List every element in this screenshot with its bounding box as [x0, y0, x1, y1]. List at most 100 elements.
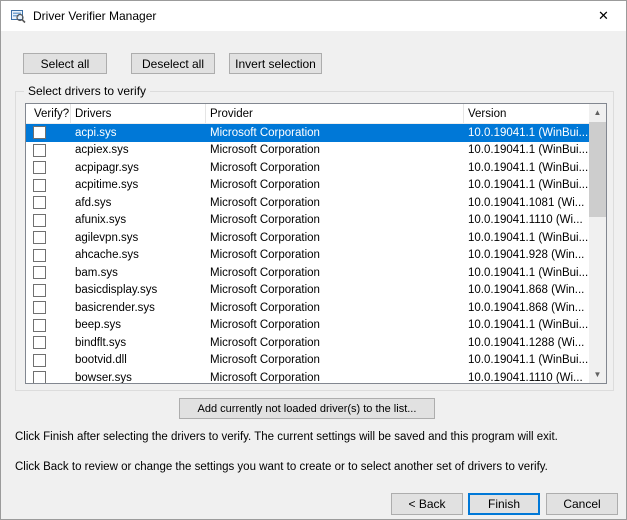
table-row[interactable]: beep.sysMicrosoft Corporation10.0.19041.… — [26, 317, 589, 335]
version-value: 10.0.19041.1 (WinBui... — [464, 144, 589, 156]
verify-checkbox[interactable] — [33, 231, 46, 244]
driver-verifier-manager-window: Driver Verifier Manager ✕ Select all Des… — [0, 0, 627, 520]
table-row[interactable]: bindflt.sysMicrosoft Corporation10.0.190… — [26, 334, 589, 352]
provider-name: Microsoft Corporation — [206, 302, 464, 314]
verify-cell — [26, 266, 71, 279]
verify-checkbox[interactable] — [33, 284, 46, 297]
verify-checkbox[interactable] — [33, 144, 46, 157]
version-value: 10.0.19041.1 (WinBui... — [464, 162, 589, 174]
table-row[interactable]: bowser.sysMicrosoft Corporation10.0.1904… — [26, 369, 589, 383]
verify-checkbox[interactable] — [33, 249, 46, 262]
scroll-down-icon[interactable]: ▼ — [589, 366, 606, 383]
scrollbar-thumb[interactable] — [589, 122, 606, 217]
driver-name: acpiex.sys — [71, 144, 206, 156]
version-value: 10.0.19041.1 (WinBui... — [464, 319, 589, 331]
version-value: 10.0.19041.868 (Win... — [464, 284, 589, 296]
table-row[interactable]: bootvid.dllMicrosoft Corporation10.0.190… — [26, 352, 589, 370]
version-value: 10.0.19041.868 (Win... — [464, 302, 589, 314]
provider-name: Microsoft Corporation — [206, 197, 464, 209]
provider-name: Microsoft Corporation — [206, 372, 464, 383]
verify-checkbox[interactable] — [33, 371, 46, 383]
table-row[interactable]: ahcache.sysMicrosoft Corporation10.0.190… — [26, 247, 589, 265]
invert-selection-button[interactable]: Invert selection — [229, 53, 322, 74]
table-row[interactable]: afd.sysMicrosoft Corporation10.0.19041.1… — [26, 194, 589, 212]
verify-checkbox[interactable] — [33, 319, 46, 332]
column-header-drivers[interactable]: Drivers — [71, 104, 206, 123]
finish-instruction-text: Click Finish after selecting the drivers… — [15, 431, 619, 443]
driver-name: basicdisplay.sys — [71, 284, 206, 296]
table-row[interactable]: acpitime.sysMicrosoft Corporation10.0.19… — [26, 177, 589, 195]
verify-cell — [26, 371, 71, 383]
table-row[interactable]: basicrender.sysMicrosoft Corporation10.0… — [26, 299, 589, 317]
table-row[interactable]: bam.sysMicrosoft Corporation10.0.19041.1… — [26, 264, 589, 282]
verify-checkbox[interactable] — [33, 126, 46, 139]
verify-cell — [26, 179, 71, 192]
version-value: 10.0.19041.1110 (Wi... — [464, 214, 589, 226]
driver-name: bam.sys — [71, 267, 206, 279]
verify-checkbox[interactable] — [33, 196, 46, 209]
verify-cell — [26, 144, 71, 157]
provider-name: Microsoft Corporation — [206, 284, 464, 296]
back-button[interactable]: < Back — [391, 493, 463, 515]
provider-name: Microsoft Corporation — [206, 214, 464, 226]
version-value: 10.0.19041.1 (WinBui... — [464, 232, 589, 244]
cancel-button[interactable]: Cancel — [546, 493, 618, 515]
provider-name: Microsoft Corporation — [206, 249, 464, 261]
verify-cell — [26, 126, 71, 139]
verify-checkbox[interactable] — [33, 266, 46, 279]
provider-name: Microsoft Corporation — [206, 232, 464, 244]
version-value: 10.0.19041.1288 (Wi... — [464, 337, 589, 349]
verify-checkbox[interactable] — [33, 214, 46, 227]
version-value: 10.0.19041.1 (WinBui... — [464, 267, 589, 279]
driver-name: bindflt.sys — [71, 337, 206, 349]
driver-name: basicrender.sys — [71, 302, 206, 314]
table-row[interactable]: afunix.sysMicrosoft Corporation10.0.1904… — [26, 212, 589, 230]
verify-cell — [26, 336, 71, 349]
version-value: 10.0.19041.1110 (Wi... — [464, 372, 589, 383]
deselect-all-button[interactable]: Deselect all — [131, 53, 215, 74]
driver-name: bootvid.dll — [71, 354, 206, 366]
table-row[interactable]: acpipagr.sysMicrosoft Corporation10.0.19… — [26, 159, 589, 177]
driver-name: afunix.sys — [71, 214, 206, 226]
back-instruction-text: Click Back to review or change the setti… — [15, 461, 619, 473]
driver-name: acpitime.sys — [71, 179, 206, 191]
verify-checkbox[interactable] — [33, 354, 46, 367]
groupbox-label: Select drivers to verify — [24, 84, 150, 98]
provider-name: Microsoft Corporation — [206, 179, 464, 191]
table-header: Verify? Drivers Provider Version — [26, 104, 589, 124]
driver-name: agilevpn.sys — [71, 232, 206, 244]
add-not-loaded-drivers-button[interactable]: Add currently not loaded driver(s) to th… — [179, 398, 435, 419]
version-value: 10.0.19041.1081 (Wi... — [464, 197, 589, 209]
verify-checkbox[interactable] — [33, 301, 46, 314]
verify-checkbox[interactable] — [33, 179, 46, 192]
vertical-scrollbar[interactable]: ▲ ▼ — [589, 104, 606, 383]
driver-name: acpi.sys — [71, 127, 206, 139]
version-value: 10.0.19041.1 (WinBui... — [464, 127, 589, 139]
verify-cell — [26, 196, 71, 209]
driver-name: beep.sys — [71, 319, 206, 331]
provider-name: Microsoft Corporation — [206, 127, 464, 139]
select-all-button[interactable]: Select all — [23, 53, 107, 74]
provider-name: Microsoft Corporation — [206, 319, 464, 331]
finish-button[interactable]: Finish — [468, 493, 540, 515]
column-header-verify[interactable]: Verify? — [26, 104, 71, 123]
scroll-up-icon[interactable]: ▲ — [589, 104, 606, 121]
verify-cell — [26, 301, 71, 314]
driver-list: Verify? Drivers Provider Version acpi.sy… — [25, 103, 607, 384]
verify-checkbox[interactable] — [33, 161, 46, 174]
provider-name: Microsoft Corporation — [206, 354, 464, 366]
verify-checkbox[interactable] — [33, 336, 46, 349]
provider-name: Microsoft Corporation — [206, 144, 464, 156]
driver-name: ahcache.sys — [71, 249, 206, 261]
column-header-provider[interactable]: Provider — [206, 104, 464, 123]
close-icon[interactable]: ✕ — [581, 1, 626, 31]
driver-name: bowser.sys — [71, 372, 206, 383]
provider-name: Microsoft Corporation — [206, 337, 464, 349]
table-row[interactable]: basicdisplay.sysMicrosoft Corporation10.… — [26, 282, 589, 300]
table-row[interactable]: acpi.sysMicrosoft Corporation10.0.19041.… — [26, 124, 589, 142]
driver-name: afd.sys — [71, 197, 206, 209]
table-row[interactable]: acpiex.sysMicrosoft Corporation10.0.1904… — [26, 142, 589, 160]
verify-cell — [26, 319, 71, 332]
column-header-version[interactable]: Version — [464, 104, 589, 123]
table-row[interactable]: agilevpn.sysMicrosoft Corporation10.0.19… — [26, 229, 589, 247]
